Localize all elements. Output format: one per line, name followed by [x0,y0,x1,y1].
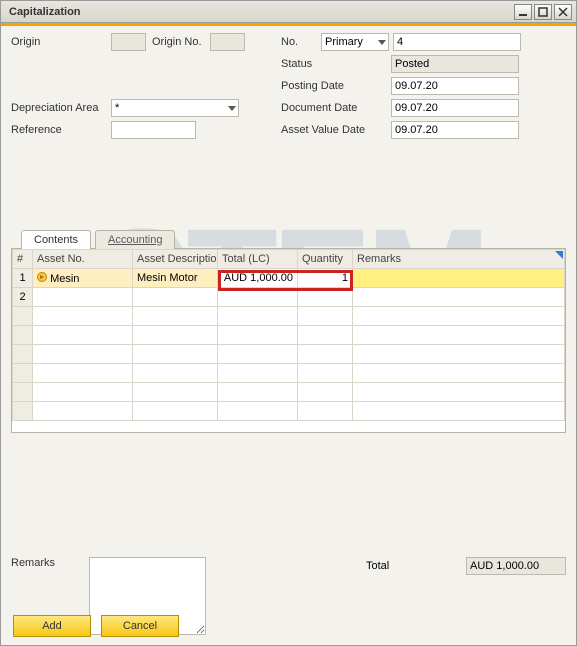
qty-value[interactable]: 1 [298,269,353,288]
table-row[interactable] [13,364,565,383]
link-arrow-icon[interactable] [37,272,47,282]
asset-value-date-field[interactable]: 09.07.20 [391,121,519,139]
origin-label: Origin [11,36,111,48]
status-label: Status [281,58,391,70]
table-row[interactable] [13,307,565,326]
asset-value-date-label: Asset Value Date [281,124,391,136]
depreciation-area-label: Depreciation Area [11,102,111,114]
col-asset-desc[interactable]: Asset Description [133,250,218,269]
reference-label: Reference [11,124,111,136]
header-form: Origin Origin No. Depreciation Area * Re… [11,32,566,142]
doc-number-field[interactable]: 4 [393,33,521,51]
close-button[interactable] [554,4,572,20]
reference-input[interactable] [111,121,196,139]
table-row[interactable] [13,345,565,364]
posting-date-field[interactable]: 09.07.20 [391,77,519,95]
col-total-lc[interactable]: Total (LC) [218,250,298,269]
no-series-select[interactable]: Primary [321,33,389,51]
total-field: AUD 1,000.00 [466,557,566,575]
total-lc-value[interactable]: AUD 1,000.00 [218,269,298,288]
origin-no-label: Origin No. [152,36,210,48]
chevron-down-icon [228,106,236,111]
tab-accounting[interactable]: Accounting [95,230,175,249]
asset-desc-value[interactable]: Mesin Motor [133,269,218,288]
table-row[interactable]: 2 [13,288,565,307]
cancel-button[interactable]: Cancel [101,615,179,637]
add-button[interactable]: Add [13,615,91,637]
no-label: No. [281,36,321,48]
window-buttons [514,4,572,20]
titlebar[interactable]: Capitalization [1,1,576,23]
depreciation-area-value: * [115,102,119,114]
contents-grid: # Asset No. Asset Description Total (LC)… [11,248,566,433]
capitalization-window: Capitalization STEM INNOVATION • DESIGN … [0,0,577,646]
chevron-down-icon [378,40,386,45]
col-remarks[interactable]: Remarks [353,250,565,269]
posting-date-label: Posting Date [281,80,391,92]
origin-field [111,33,146,51]
col-num[interactable]: # [13,250,33,269]
col-quantity[interactable]: Quantity [298,250,353,269]
remarks-label: Remarks [11,557,89,569]
minimize-button[interactable] [514,4,532,20]
table-row[interactable] [13,383,565,402]
no-series-value: Primary [325,36,363,48]
total-label: Total [366,560,466,572]
expand-icon[interactable] [551,251,563,263]
table-row[interactable]: 1 Mesin Mesin Motor AUD 1,000.00 1 [13,269,565,288]
table-row[interactable] [13,326,565,345]
maximize-button[interactable] [534,4,552,20]
status-field: Posted [391,55,519,73]
asset-table[interactable]: # Asset No. Asset Description Total (LC)… [12,249,565,421]
document-date-label: Document Date [281,102,391,114]
origin-no-field [210,33,245,51]
window-title: Capitalization [9,6,81,18]
document-date-field[interactable]: 09.07.20 [391,99,519,117]
table-header-row: # Asset No. Asset Description Total (LC)… [13,250,565,269]
asset-no-value: Mesin [50,273,79,285]
table-row[interactable] [13,402,565,421]
col-asset-no[interactable]: Asset No. [33,250,133,269]
tab-contents[interactable]: Contents [21,230,91,249]
remarks-value[interactable] [353,269,565,288]
depreciation-area-select[interactable]: * [111,99,239,117]
